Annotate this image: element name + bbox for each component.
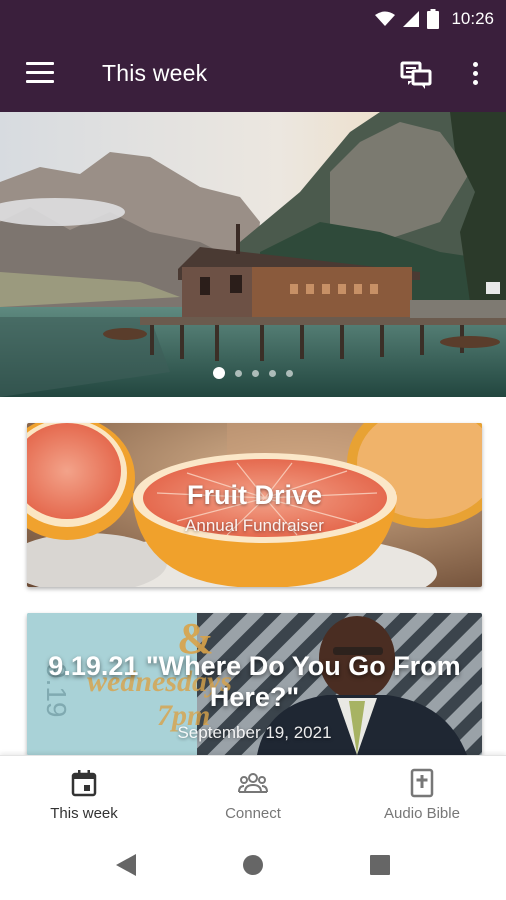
tab-audio-bible[interactable]: Audio Bible: [338, 756, 506, 826]
system-navigation: [0, 825, 506, 900]
calendar-icon: [71, 770, 97, 797]
tab-this-week[interactable]: This week: [0, 756, 168, 826]
battery-icon: [427, 9, 440, 29]
recents-icon[interactable]: [370, 855, 390, 875]
page-title: This week: [102, 60, 208, 86]
tab-label: Audio Bible: [384, 805, 460, 822]
carousel-dot[interactable]: [213, 367, 225, 379]
bottom-navigation: This week Connect Audio Bible: [0, 755, 506, 826]
status-bar: 10:26: [0, 0, 506, 38]
card-title: 9.19.21 "Where Do You Go From Here?": [48, 651, 461, 712]
signal-icon: [403, 11, 420, 27]
menu-icon[interactable]: [26, 62, 54, 88]
wifi-icon: [375, 11, 396, 26]
carousel-dot[interactable]: [235, 369, 242, 377]
card-subtitle: Annual Fundraiser: [185, 516, 324, 535]
back-icon[interactable]: [116, 854, 136, 876]
tab-label: This week: [50, 805, 118, 822]
chat-icon[interactable]: [400, 60, 432, 90]
more-vert-icon[interactable]: [470, 62, 480, 90]
card-subtitle: September 19, 2021: [177, 723, 332, 742]
hero-carousel[interactable]: [0, 112, 506, 397]
content-card[interactable]: & wednesdays 7pm 9.19 9.19.21 "Where Do …: [27, 613, 482, 755]
carousel-dot[interactable]: [269, 369, 276, 377]
carousel-dot[interactable]: [286, 369, 293, 377]
group-icon: [238, 773, 268, 793]
tab-label: Connect: [225, 805, 281, 822]
tab-connect[interactable]: Connect: [169, 756, 337, 826]
carousel-dot[interactable]: [252, 369, 259, 377]
content-card[interactable]: Fruit Drive Annual Fundraiser: [27, 423, 482, 587]
landscape-image: [0, 112, 506, 397]
bible-icon: [410, 768, 434, 798]
carousel-indicator[interactable]: [0, 367, 506, 379]
app-bar: This week: [0, 38, 506, 112]
card-title: Fruit Drive: [186, 480, 323, 510]
status-time: 10:26: [451, 9, 494, 28]
home-icon[interactable]: [243, 855, 263, 875]
